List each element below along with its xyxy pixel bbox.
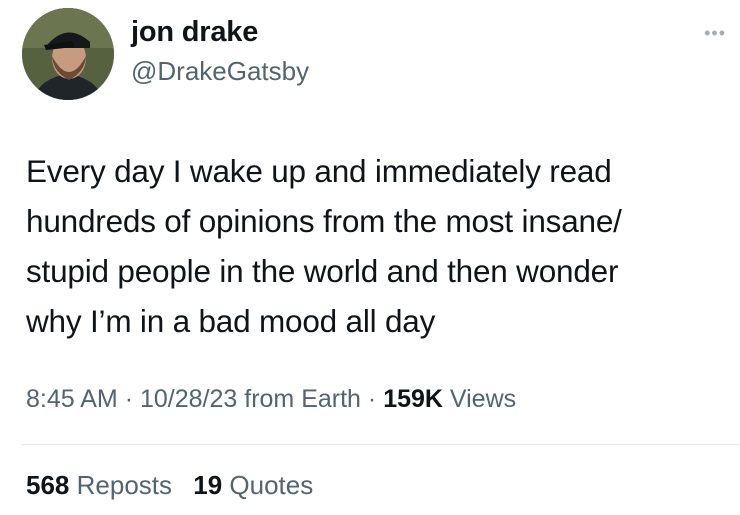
avatar[interactable] [22,8,114,100]
views-label: Views [449,385,517,413]
tweet-time[interactable]: 8:45 AM [26,385,118,413]
views-count: 159K [383,385,443,413]
tweet-date[interactable]: 10/28/23 [140,385,237,413]
quotes-count: 19 [193,470,223,500]
tweet-meta: 8:45 AM · 10/28/23 from Earth · 159K Vie… [26,385,516,414]
tweet-text-line: why I’m in a bad mood all day [26,303,436,339]
reposts-link[interactable]: 568 Reposts [26,470,179,500]
author-handle[interactable]: @DrakeGatsby [131,56,309,87]
avatar-image [22,8,114,100]
meta-separator: · [124,385,134,413]
tweet-text: Every day I wake up and immediately read… [26,146,726,346]
reposts-label: Reposts [76,470,173,500]
more-horizontal-icon[interactable]: ••• [704,24,726,42]
tweet-text-line: stupid people in the world and then wond… [26,253,619,289]
reposts-count: 568 [26,470,70,500]
tweet-text-line: hundreds of opinions from the most insan… [26,203,622,239]
meta-separator: · [367,385,377,413]
tweet-text-line: Every day I wake up and immediately read [26,153,612,189]
engagement-stats: 568 Reposts 19 Quotes [26,470,327,501]
divider [22,444,740,445]
author-display-name[interactable]: jon drake [131,16,258,49]
quotes-link[interactable]: 19 Quotes [193,470,313,500]
quotes-label: Quotes [229,470,314,500]
tweet-source: from Earth [244,385,361,413]
